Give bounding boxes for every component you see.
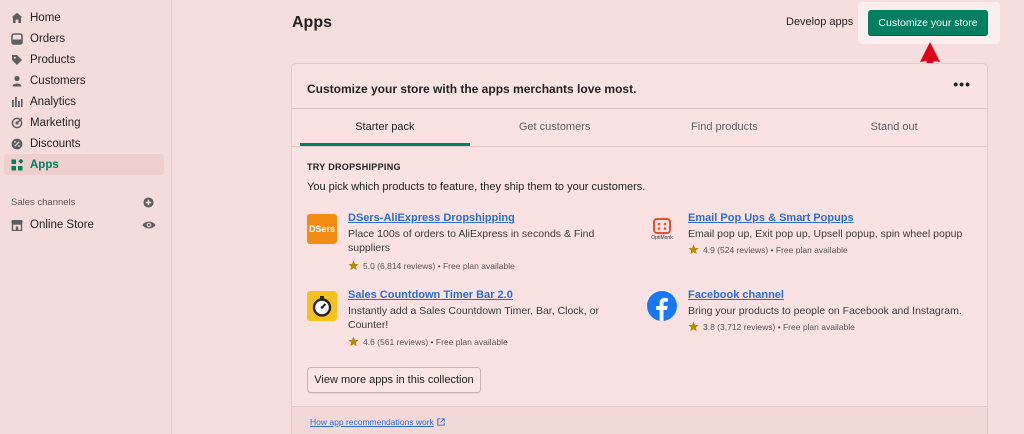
develop-apps-link[interactable]: Develop apps	[786, 16, 853, 28]
view-more-apps-button[interactable]: View more apps in this collection	[307, 367, 481, 393]
sidebar-item-discounts[interactable]: Discounts	[4, 133, 164, 154]
stopwatch-logo-icon[interactable]	[307, 291, 337, 321]
app-name-link[interactable]: Facebook channel	[688, 289, 784, 301]
sidebar-item-label: Orders	[30, 32, 66, 45]
page-title: Apps	[292, 14, 332, 31]
app-rating: 4.6 (561 reviews) • Free plan available	[348, 336, 508, 347]
card-title: Customize your store with the apps merch…	[307, 82, 637, 96]
tag-icon	[10, 53, 24, 67]
orders-icon	[10, 32, 24, 46]
sidebar-item-label: Customers	[30, 74, 86, 87]
app-name-link[interactable]: DSers-AliExpress Dropshipping	[348, 212, 515, 224]
tab-get-customers[interactable]: Get customers	[470, 108, 640, 146]
collection-description: You pick which products to feature, they…	[307, 181, 646, 193]
optimonk-logo-icon[interactable]: OptiMonk	[647, 214, 677, 244]
discount-icon	[10, 137, 24, 151]
tab-stand-out[interactable]: Stand out	[809, 108, 979, 146]
tab-starter-pack[interactable]: Starter pack	[300, 108, 470, 146]
sidebar-item-label: Discounts	[30, 137, 81, 150]
card-footer: How app recommendations work	[292, 406, 987, 434]
store-icon	[10, 218, 24, 232]
sidebar-item-label: Analytics	[30, 95, 77, 108]
facebook-logo-icon[interactable]	[647, 291, 677, 321]
star-icon	[348, 336, 359, 347]
tab-find-products[interactable]: Find products	[640, 108, 810, 146]
app-name-link[interactable]: Sales Countdown Timer Bar 2.0	[348, 289, 513, 301]
sidebar-item-analytics[interactable]: Analytics	[4, 91, 164, 112]
divider	[292, 146, 987, 147]
app-description: Instantly add a Sales Countdown Timer, B…	[348, 305, 599, 331]
app-recommendations-card: Customize your store with the apps merch…	[291, 63, 988, 434]
add-sales-channel-icon[interactable]	[142, 196, 155, 209]
apps-icon	[10, 158, 24, 172]
sidebar-item-label: Products	[30, 53, 76, 66]
sales-channels-label: Sales channels	[11, 197, 76, 208]
star-icon	[348, 260, 359, 271]
home-icon	[10, 11, 24, 25]
app-description: Place 100s of orders to AliExpress in se…	[348, 228, 595, 254]
app-name-link[interactable]: Email Pop Ups & Smart Popups	[688, 212, 854, 224]
eye-icon[interactable]	[141, 218, 156, 231]
sidebar-item-online-store[interactable]: Online Store	[4, 214, 164, 235]
sidebar-item-label: Online Store	[30, 218, 94, 231]
sidebar-item-label: Marketing	[30, 116, 81, 129]
app-rating: 5.0 (6,814 reviews) • Free plan availabl…	[348, 260, 515, 271]
external-link-icon	[437, 418, 445, 426]
target-icon	[10, 116, 24, 130]
more-actions-icon[interactable]: •••	[953, 76, 971, 92]
app-description: Bring your products to people on Faceboo…	[688, 305, 962, 317]
sidebar-item-customers[interactable]: Customers	[4, 70, 164, 91]
app-rating: 3.8 (3,712 reviews) • Free plan availabl…	[688, 321, 855, 332]
sidebar-item-label: Apps	[30, 158, 59, 171]
sidebar-item-orders[interactable]: Orders	[4, 28, 164, 49]
collection-tabs: Starter pack Get customers Find products…	[300, 108, 979, 146]
collection-title: TRY DROPSHIPPING	[307, 162, 401, 172]
sidebar: Home Orders Products Customers Analytics…	[0, 0, 172, 434]
app-description: Email pop up, Exit pop up, Upsell popup,…	[688, 228, 963, 240]
app-rating: 4.9 (524 reviews) • Free plan available	[688, 244, 848, 255]
recommendations-help-link[interactable]: How app recommendations work	[310, 417, 445, 427]
sidebar-item-marketing[interactable]: Marketing	[4, 112, 164, 133]
sidebar-item-products[interactable]: Products	[4, 49, 164, 70]
star-icon	[688, 244, 699, 255]
star-icon	[688, 321, 699, 332]
dsers-logo-icon[interactable]: DSers	[307, 214, 337, 244]
customize-store-button[interactable]: Customize your store	[868, 10, 988, 36]
person-icon	[10, 74, 24, 88]
sidebar-item-home[interactable]: Home	[4, 7, 164, 28]
bar-chart-icon	[10, 95, 24, 109]
sidebar-item-apps[interactable]: Apps	[4, 154, 164, 175]
sidebar-item-label: Home	[30, 11, 61, 24]
